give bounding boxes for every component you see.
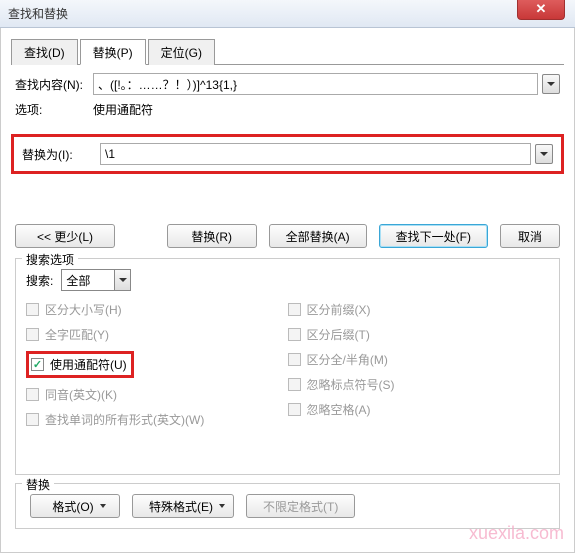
select-dropdown-button (114, 270, 130, 290)
ignore-space-label: 忽略空格(A) (307, 401, 371, 418)
window-title: 查找和替换 (8, 5, 68, 22)
replace-row: 替换为(I): \1 (18, 143, 557, 165)
options-value: 使用通配符 (93, 101, 153, 118)
find-dropdown-button[interactable] (542, 74, 560, 94)
tab-find[interactable]: 查找(D) (11, 39, 78, 65)
tab-strip: 查找(D) 替换(P) 定位(G) (11, 38, 564, 65)
find-row: 查找内容(N): 、([!。：……？！）)]^13{1,} (11, 73, 564, 95)
replace-input[interactable]: \1 (100, 143, 531, 165)
no-format-button: 不限定格式(T) (246, 494, 355, 518)
match-case-checkbox (26, 303, 39, 316)
close-icon: ✕ (536, 1, 547, 17)
replace-value: \1 (105, 147, 526, 161)
titlebar: 查找和替换 ✕ (0, 0, 575, 28)
replace-dropdown-button[interactable] (535, 144, 553, 164)
format-button[interactable]: 格式(O) (30, 494, 120, 518)
chevron-down-icon (547, 82, 555, 86)
sounds-like-label: 同音(英文)(K) (45, 386, 117, 403)
dialog-body: 查找(D) 替换(P) 定位(G) 查找内容(N): 、([!。：……？！）)]… (0, 28, 575, 553)
wildcards-highlight: 使用通配符(U) (26, 351, 134, 378)
replace-highlight: 替换为(I): \1 (11, 134, 564, 174)
wildcards-label: 使用通配符(U) (50, 356, 127, 373)
chevron-down-icon (219, 504, 225, 508)
less-button[interactable]: << 更少(L) (15, 224, 115, 248)
match-suffix-checkbox (288, 328, 301, 341)
special-button[interactable]: 特殊格式(E) (132, 494, 234, 518)
checkbox-grid: 区分大小写(H) 全字匹配(Y) 使用通配符(U) 同音(英文)(K) (26, 301, 549, 436)
whole-word-checkbox (26, 328, 39, 341)
search-direction-select[interactable]: 全部 (61, 269, 131, 291)
sounds-like-checkbox (26, 388, 39, 401)
options-label: 选项: (15, 101, 93, 118)
search-direction-value: 全部 (62, 272, 114, 289)
find-value: 、([!。：……？！）)]^13{1,} (98, 76, 533, 93)
close-button[interactable]: ✕ (517, 0, 565, 20)
match-prefix-checkbox (288, 303, 301, 316)
checkbox-col-left: 区分大小写(H) 全字匹配(Y) 使用通配符(U) 同音(英文)(K) (26, 301, 288, 436)
full-half-label: 区分全/半角(M) (307, 351, 388, 368)
action-button-row: << 更少(L) 替换(R) 全部替换(A) 查找下一处(F) 取消 (11, 224, 564, 248)
replace-legend: 替换 (22, 476, 54, 493)
tab-replace[interactable]: 替换(P) (80, 39, 146, 65)
wildcards-checkbox[interactable] (31, 358, 44, 371)
checkbox-col-right: 区分前缀(X) 区分后缀(T) 区分全/半角(M) 忽略标点符号(S) 忽略空格… (288, 301, 550, 436)
word-forms-checkbox (26, 413, 39, 426)
options-row: 选项: 使用通配符 (11, 101, 564, 118)
replace-button[interactable]: 替换(R) (167, 224, 257, 248)
find-next-button[interactable]: 查找下一处(F) (379, 224, 488, 248)
chevron-down-icon (119, 278, 127, 282)
full-half-checkbox (288, 353, 301, 366)
ignore-space-checkbox (288, 403, 301, 416)
match-case-label: 区分大小写(H) (45, 301, 122, 318)
find-label: 查找内容(N): (15, 76, 93, 93)
whole-word-label: 全字匹配(Y) (45, 326, 109, 343)
cancel-button[interactable]: 取消 (500, 224, 560, 248)
match-suffix-label: 区分后缀(T) (307, 326, 370, 343)
chevron-down-icon (540, 152, 548, 156)
search-options-fieldset: 搜索选项 搜索: 全部 区分大小写(H) 全字匹配(Y) (15, 258, 560, 475)
chevron-down-icon (100, 504, 106, 508)
search-direction-label: 搜索: (26, 272, 53, 289)
find-input[interactable]: 、([!。：……？！）)]^13{1,} (93, 73, 538, 95)
match-prefix-label: 区分前缀(X) (307, 301, 371, 318)
format-button-row: 格式(O) 特殊格式(E) 不限定格式(T) (26, 494, 549, 518)
word-forms-label: 查找单词的所有形式(英文)(W) (45, 411, 204, 428)
replace-fieldset: 替换 格式(O) 特殊格式(E) 不限定格式(T) (15, 483, 560, 529)
tab-goto[interactable]: 定位(G) (148, 39, 215, 65)
search-options-legend: 搜索选项 (22, 251, 78, 268)
ignore-punct-label: 忽略标点符号(S) (307, 376, 395, 393)
ignore-punct-checkbox (288, 378, 301, 391)
replace-all-button[interactable]: 全部替换(A) (269, 224, 367, 248)
replace-label: 替换为(I): (22, 146, 100, 163)
search-direction-row: 搜索: 全部 (26, 269, 549, 291)
